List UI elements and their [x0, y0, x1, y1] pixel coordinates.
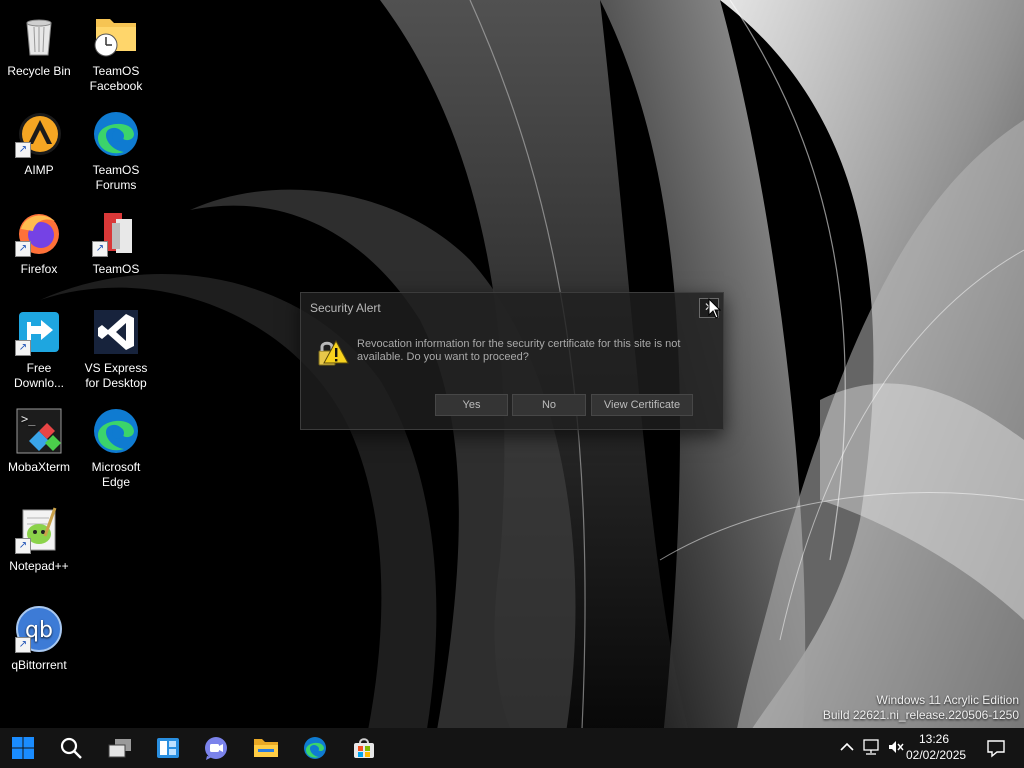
desktop-icon-label: Microsoft Edge	[91, 460, 141, 489]
desktop-icon-mobaxterm[interactable]: >_ MobaXterm	[1, 403, 77, 495]
notifications-icon[interactable]	[986, 738, 1006, 758]
desktop-icon-label: AIMP	[24, 163, 54, 177]
file-explorer-button[interactable]	[250, 732, 282, 764]
dialog-message: Revocation information for the security …	[357, 338, 681, 363]
shortcut-arrow-icon: ↗	[15, 637, 31, 653]
chat-icon	[205, 737, 227, 760]
desktop-icon-teamos-forums[interactable]: TeamOS Forums	[78, 106, 154, 198]
widgets-icon	[157, 738, 179, 758]
edge-icon	[92, 110, 140, 158]
search-button[interactable]	[55, 732, 87, 764]
desktop: Recycle Bin TeamOS Facebook ↗ AIMP TeamO…	[0, 0, 1024, 768]
warning-lock-icon	[315, 337, 349, 371]
watermark-edition: Windows 11 Acrylic Edition	[876, 693, 1020, 707]
desktop-icon-microsoft-edge[interactable]: Microsoft Edge	[78, 403, 154, 495]
desktop-icon-qbittorrent[interactable]: qb ↗ qBittorrent	[1, 601, 77, 693]
edge-icon	[304, 737, 326, 759]
desktop-icon-teamos-facebook[interactable]: TeamOS Facebook	[78, 7, 154, 99]
shortcut-arrow-icon: ↗	[15, 142, 31, 158]
notepadpp-icon: ↗	[15, 506, 63, 554]
desktop-icon-label: Recycle Bin	[7, 64, 71, 78]
no-button[interactable]: No	[512, 394, 586, 416]
watermark-build: Build 22621.ni_release.220506-1250	[822, 708, 1019, 722]
teamos-icon: ↗	[92, 209, 140, 257]
shortcut-arrow-icon: ↗	[15, 241, 31, 257]
shortcut-arrow-icon: ↗	[15, 340, 31, 356]
desktop-icon-label: VS Express for Desktop	[84, 361, 148, 390]
svg-text:>_: >_	[21, 412, 36, 426]
taskbar: 13:26 02/02/2025	[0, 728, 1024, 768]
desktop-icon-label: TeamOS	[92, 262, 140, 276]
aimp-icon: ↗	[15, 110, 63, 158]
recycle-bin-icon	[15, 11, 63, 59]
task-view-button[interactable]	[104, 732, 136, 764]
desktop-icon-notepadpp[interactable]: ↗ Notepad++	[1, 502, 77, 594]
os-build-watermark: Windows 11 Acrylic Edition Build 22621.n…	[823, 693, 1019, 723]
desktop-icon-teamos[interactable]: ↗ TeamOS	[78, 205, 154, 297]
free-download-manager-icon: ↗	[15, 308, 63, 356]
desktop-icon-label: Firefox	[20, 262, 58, 276]
desktop-icon-label: Notepad++	[9, 559, 69, 573]
chat-button[interactable]	[200, 732, 232, 764]
view-certificate-button[interactable]: View Certificate	[591, 394, 693, 416]
edge-taskbar-button[interactable]	[299, 732, 331, 764]
folder-clock-icon	[92, 11, 140, 59]
desktop-icon-label: TeamOS Forums	[92, 163, 140, 192]
shortcut-arrow-icon: ↗	[92, 241, 108, 257]
volume-muted-icon[interactable]	[887, 738, 905, 756]
widgets-button[interactable]	[152, 732, 184, 764]
desktop-icon-recycle-bin[interactable]: Recycle Bin	[1, 7, 77, 99]
qbittorrent-icon: qb ↗	[15, 605, 63, 653]
start-button[interactable]	[7, 732, 39, 764]
dialog-title: Security Alert	[310, 301, 381, 315]
desktop-icon-aimp[interactable]: ↗ AIMP	[1, 106, 77, 198]
network-icon[interactable]	[862, 738, 880, 756]
edge-icon	[92, 407, 140, 455]
desktop-icon-free-download-manager[interactable]: ↗ Free Downlo...	[1, 304, 77, 396]
desktop-icon-label: Free Downlo...	[13, 361, 65, 390]
store-icon	[354, 738, 374, 758]
desktop-icon-label: qBittorrent	[11, 658, 67, 672]
desktop-icon-firefox[interactable]: ↗ Firefox	[1, 205, 77, 297]
start-icon	[12, 737, 34, 759]
show-hidden-icons-chevron-up-icon[interactable]	[839, 738, 855, 756]
yes-button[interactable]: Yes	[435, 394, 508, 416]
file-explorer-icon	[254, 739, 278, 757]
search-icon	[60, 737, 82, 759]
mobaxterm-icon: >_	[15, 407, 63, 455]
task-view-icon	[108, 739, 131, 758]
clock-date: 02/02/2025	[906, 748, 967, 762]
store-button[interactable]	[348, 732, 380, 764]
firefox-icon: ↗	[15, 209, 63, 257]
desktop-icon-label: TeamOS Facebook	[89, 64, 143, 93]
security-alert-dialog: Security Alert ✕ Revocation information …	[300, 292, 724, 430]
clock-time: 13:26	[918, 732, 950, 746]
desktop-icon-vs-express[interactable]: VS Express for Desktop	[78, 304, 154, 396]
visual-studio-icon	[92, 308, 140, 356]
shortcut-arrow-icon: ↗	[15, 538, 31, 554]
system-clock[interactable]: 13:26 02/02/2025	[906, 731, 967, 763]
mouse-cursor-icon	[708, 298, 722, 319]
desktop-icon-label: MobaXterm	[7, 460, 71, 474]
